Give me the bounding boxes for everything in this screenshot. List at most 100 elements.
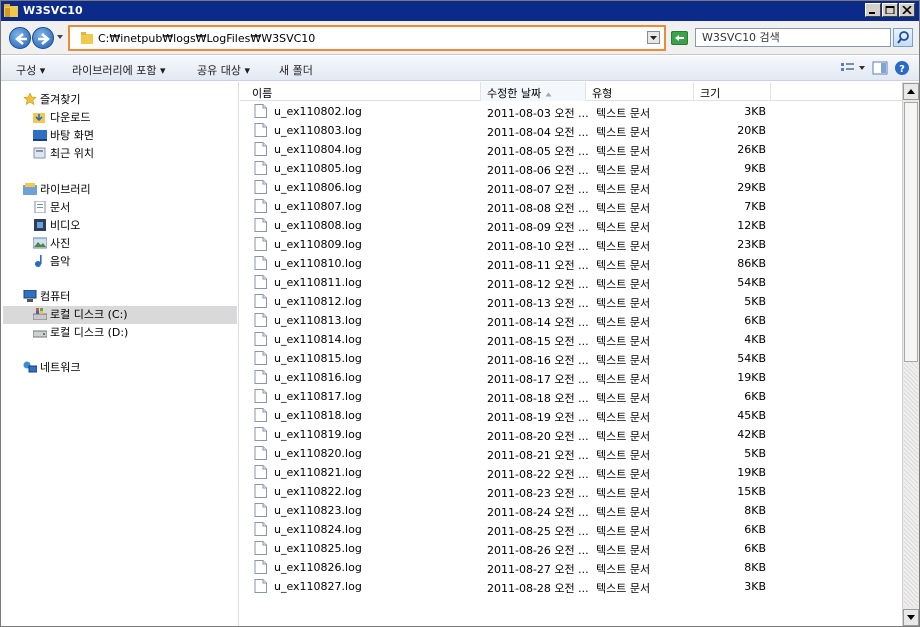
- change-view-icon[interactable]: [839, 60, 857, 76]
- scroll-down-button[interactable]: [903, 609, 919, 626]
- table-row[interactable]: u_ex110805.log 2011-08-06 오전 ... 텍스트 문서 9KB: [240, 159, 902, 178]
- table-row[interactable]: u_ex110813.log 2011-08-14 오전 ... 텍스트 문서 6KB: [240, 311, 902, 330]
- nav-libraries[interactable]: 라이브러리: [23, 181, 91, 199]
- nav-computer[interactable]: 컴퓨터: [23, 288, 70, 306]
- nav-favorites[interactable]: 즐겨찾기: [23, 91, 80, 109]
- address-path[interactable]: C:₩inetpub₩logs₩LogFiles₩W3SVC10: [98, 32, 315, 45]
- table-row[interactable]: u_ex110811.log 2011-08-12 오전 ... 텍스트 문서 54K…: [240, 273, 902, 292]
- table-row[interactable]: u_ex110810.log 2011-08-11 오전 ... 텍스트 문서 86K…: [240, 254, 902, 273]
- nav-recent-places[interactable]: 최근 위치: [33, 145, 94, 163]
- table-row[interactable]: u_ex110804.log 2011-08-05 오전 ... 텍스트 문서 26K…: [240, 140, 902, 159]
- file-list: 이름 수정한 날짜 유형 크기 u_ex110802.log 2011-08-03…: [240, 82, 902, 626]
- column-header-date[interactable]: 수정한 날짜: [481, 82, 586, 101]
- table-row[interactable]: u_ex110827.log 2011-08-28 오전 ... 텍스트 문서 3KB: [240, 577, 902, 596]
- recent-places-icon: [33, 147, 46, 159]
- nav-pictures[interactable]: 사진: [33, 235, 70, 253]
- chevron-down-icon: [650, 36, 657, 40]
- nav-videos[interactable]: 비디오: [33, 217, 80, 235]
- table-row[interactable]: u_ex110809.log 2011-08-10 오전 ... 텍스트 문서 23K…: [240, 235, 902, 254]
- vertical-scrollbar[interactable]: [902, 82, 919, 626]
- column-header-size[interactable]: 크기: [694, 82, 771, 101]
- table-row[interactable]: u_ex110822.log 2011-08-23 오전 ... 텍스트 문서 15K…: [240, 482, 902, 501]
- address-bar[interactable]: C:₩inetpub₩logs₩LogFiles₩W3SVC10: [68, 25, 666, 51]
- nav-music[interactable]: 음악: [33, 253, 70, 271]
- new-folder-button[interactable]: 새 폴더: [279, 62, 313, 78]
- minimize-button[interactable]: [865, 3, 881, 17]
- file-size: 15KB: [737, 485, 766, 498]
- table-row[interactable]: u_ex110820.log 2011-08-21 오전 ... 텍스트 문서 5KB: [240, 444, 902, 463]
- table-row[interactable]: u_ex110807.log 2011-08-08 오전 ... 텍스트 문서 7KB: [240, 197, 902, 216]
- table-row[interactable]: u_ex110803.log 2011-08-04 오전 ... 텍스트 문서 20K…: [240, 121, 902, 140]
- table-row[interactable]: u_ex110825.log 2011-08-26 오전 ... 텍스트 문서 6KB: [240, 539, 902, 558]
- share-with-menu[interactable]: 공유 대상 ▾: [197, 62, 250, 78]
- text-file-icon: [254, 294, 267, 308]
- file-size: 6KB: [744, 390, 766, 403]
- table-row[interactable]: u_ex110808.log 2011-08-09 오전 ... 텍스트 문서 12K…: [240, 216, 902, 235]
- file-type: 텍스트 문서: [596, 430, 651, 443]
- file-name: u_ex110822.log: [274, 485, 362, 498]
- view-dropdown-icon[interactable]: [858, 65, 866, 71]
- nav-local-disk-d[interactable]: 로컬 디스크 (D:): [33, 324, 128, 342]
- preview-pane-icon[interactable]: [872, 60, 888, 76]
- file-type: 텍스트 문서: [596, 316, 651, 329]
- help-icon[interactable]: ?: [894, 60, 910, 76]
- nav-documents[interactable]: 문서: [33, 199, 70, 217]
- table-row[interactable]: u_ex110817.log 2011-08-18 오전 ... 텍스트 문서 6KB: [240, 387, 902, 406]
- file-date: 2011-08-10 오전 ...: [487, 240, 589, 253]
- table-row[interactable]: u_ex110826.log 2011-08-27 오전 ... 텍스트 문서 8KB: [240, 558, 902, 577]
- table-row[interactable]: u_ex110802.log 2011-08-03 오전 ... 텍스트 문서 3KB: [240, 102, 902, 121]
- file-name: u_ex110804.log: [274, 143, 362, 156]
- maximize-button[interactable]: [882, 3, 898, 17]
- file-name: u_ex110827.log: [274, 580, 362, 593]
- nav-network[interactable]: 네트워크: [23, 359, 80, 377]
- table-row[interactable]: u_ex110806.log 2011-08-07 오전 ... 텍스트 문서 29K…: [240, 178, 902, 197]
- address-dropdown-button[interactable]: [647, 31, 660, 44]
- nav-desktop[interactable]: 바탕 화면: [33, 127, 94, 145]
- file-type: 텍스트 문서: [596, 278, 651, 291]
- table-row[interactable]: u_ex110812.log 2011-08-13 오전 ... 텍스트 문서 5KB: [240, 292, 902, 311]
- organize-menu[interactable]: 구성 ▾: [16, 62, 45, 78]
- search-box[interactable]: [695, 28, 891, 47]
- scroll-track[interactable]: [904, 362, 918, 606]
- table-row[interactable]: u_ex110819.log 2011-08-20 오전 ... 텍스트 문서 42K…: [240, 425, 902, 444]
- file-type: 텍스트 문서: [596, 411, 651, 424]
- file-date: 2011-08-08 오전 ...: [487, 202, 589, 215]
- table-row[interactable]: u_ex110814.log 2011-08-15 오전 ... 텍스트 문서 4KB: [240, 330, 902, 349]
- recent-pages-dropdown-icon[interactable]: [56, 34, 64, 40]
- title-bar[interactable]: W3SVC10: [1, 1, 919, 21]
- refresh-button[interactable]: [671, 31, 688, 45]
- back-button[interactable]: [9, 27, 31, 49]
- file-date: 2011-08-20 오전 ...: [487, 430, 589, 443]
- forward-arrow-icon: [38, 33, 50, 45]
- search-button[interactable]: [893, 28, 913, 47]
- table-row[interactable]: u_ex110824.log 2011-08-25 오전 ... 텍스트 문서 6KB: [240, 520, 902, 539]
- nav-downloads[interactable]: 다운로드: [33, 109, 90, 127]
- include-in-library-menu[interactable]: 라이브러리에 포함 ▾: [72, 62, 165, 78]
- file-type: 텍스트 문서: [596, 468, 651, 481]
- table-row[interactable]: u_ex110823.log 2011-08-24 오전 ... 텍스트 문서 8KB: [240, 501, 902, 520]
- network-icon: [23, 361, 37, 373]
- table-row[interactable]: u_ex110816.log 2011-08-17 오전 ... 텍스트 문서 19K…: [240, 368, 902, 387]
- table-row[interactable]: u_ex110815.log 2011-08-16 오전 ... 텍스트 문서 54K…: [240, 349, 902, 368]
- scroll-up-button[interactable]: [903, 83, 919, 100]
- file-size: 45KB: [737, 409, 766, 422]
- file-date: 2011-08-18 오전 ...: [487, 392, 589, 405]
- file-type: 텍스트 문서: [596, 487, 651, 500]
- nav-local-disk-c[interactable]: 로컬 디스크 (C:): [3, 306, 237, 324]
- file-size: 42KB: [737, 428, 766, 441]
- search-input[interactable]: [696, 29, 890, 46]
- scroll-thumb[interactable]: [904, 102, 918, 362]
- nav-label: 사진: [50, 237, 71, 250]
- close-button[interactable]: [899, 3, 915, 17]
- file-name: u_ex110815.log: [274, 352, 362, 365]
- file-size: 9KB: [744, 162, 766, 175]
- file-name: u_ex110805.log: [274, 162, 362, 175]
- file-name: u_ex110819.log: [274, 428, 362, 441]
- column-header-name[interactable]: 이름: [246, 82, 481, 101]
- refresh-icon: [675, 35, 684, 41]
- table-row[interactable]: u_ex110818.log 2011-08-19 오전 ... 텍스트 문서 45K…: [240, 406, 902, 425]
- file-size: 19KB: [737, 371, 766, 384]
- table-row[interactable]: u_ex110821.log 2011-08-22 오전 ... 텍스트 문서 19K…: [240, 463, 902, 482]
- forward-button[interactable]: [32, 27, 54, 49]
- column-header-type[interactable]: 유형: [586, 82, 694, 101]
